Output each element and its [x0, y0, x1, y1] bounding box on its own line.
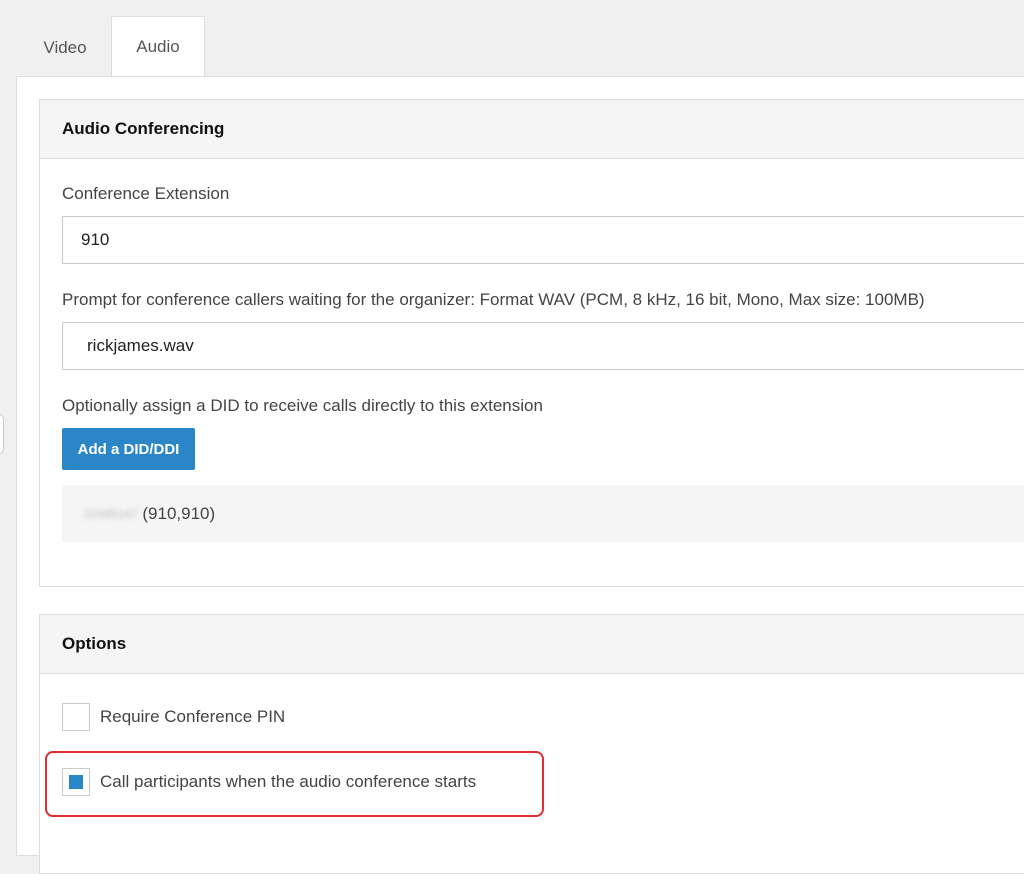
did-number: 22445147	[84, 506, 138, 521]
conference-extension-label: Conference Extension	[62, 184, 230, 203]
audio-conferencing-panel: Audio Conferencing Conference Extension …	[39, 99, 1024, 587]
side-handle	[0, 414, 4, 454]
did-extension: (910,910)	[142, 503, 216, 523]
require-pin-checkbox[interactable]	[62, 703, 90, 731]
did-entry[interactable]: 22445147 (910,910)	[62, 485, 1024, 542]
panel-heading: Audio Conferencing	[40, 100, 1024, 159]
highlight-outline	[45, 751, 544, 817]
did-label: Optionally assign a DID to receive calls…	[62, 396, 543, 415]
add-did-button[interactable]: Add a DID/DDI	[62, 428, 195, 470]
require-pin-option: Require Conference PIN	[62, 703, 285, 731]
options-panel: Options Require Conference PIN Call part…	[39, 614, 1024, 874]
conference-extension-input[interactable]: 910	[62, 216, 1024, 264]
require-pin-label: Require Conference PIN	[100, 707, 286, 726]
panel-heading: Options	[40, 615, 1024, 674]
tab-video[interactable]: Video	[20, 17, 110, 78]
prompt-label: Prompt for conference callers waiting fo…	[62, 290, 925, 309]
tab-audio[interactable]: Audio	[111, 16, 205, 77]
prompt-file-input[interactable]: rickjames.wav	[62, 322, 1024, 370]
tab-content: Audio Conferencing Conference Extension …	[16, 76, 1024, 874]
